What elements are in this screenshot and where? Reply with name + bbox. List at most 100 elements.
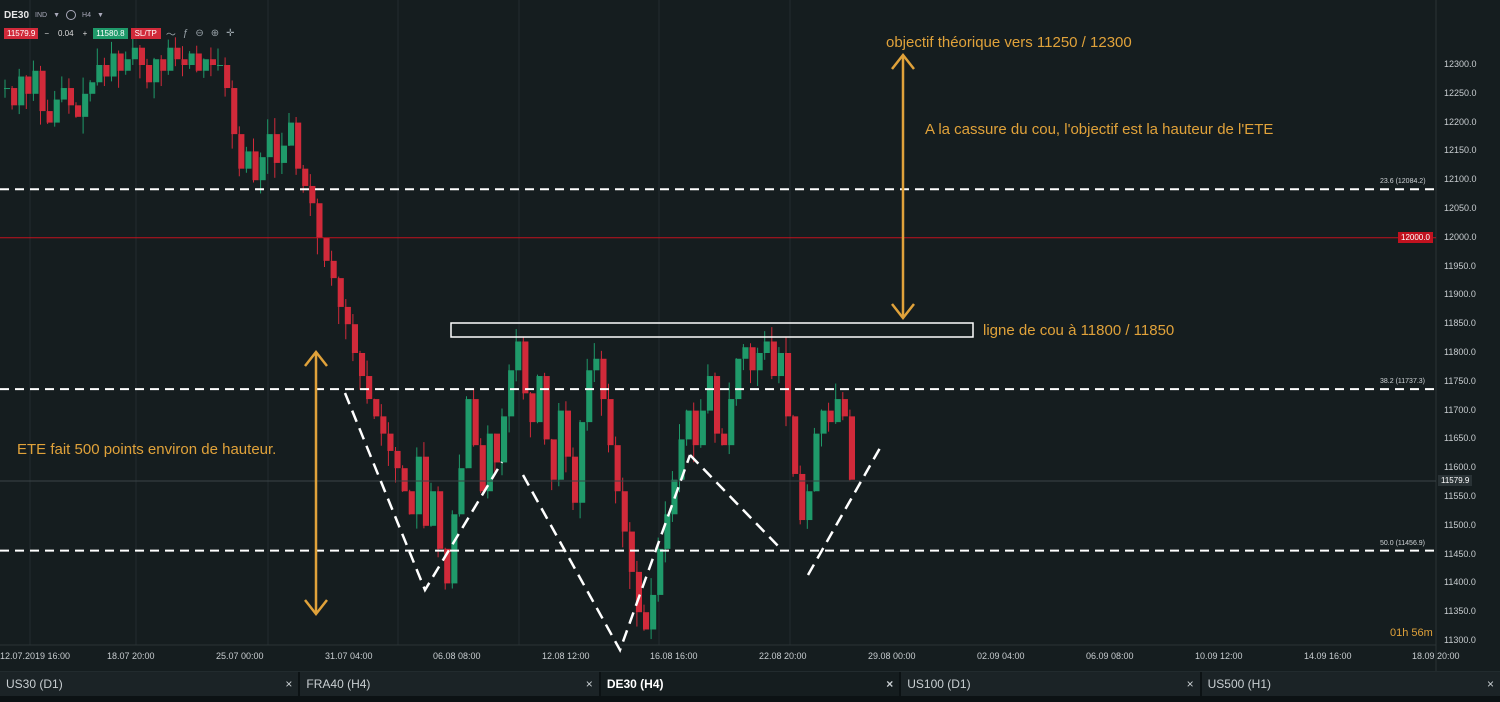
- indicator-icon[interactable]: ƒ: [181, 28, 191, 39]
- symbol-name[interactable]: DE30: [4, 10, 29, 21]
- neckline-box: [450, 322, 974, 338]
- candle-body: [309, 185, 316, 204]
- symbol-bar: DE30 IND ▼ H4 ▼: [4, 7, 104, 23]
- candle-body: [422, 456, 429, 526]
- candle-body: [231, 88, 238, 135]
- candle-body: [699, 410, 706, 446]
- candle-body: [827, 410, 834, 423]
- crosshair-icon[interactable]: ✛: [224, 28, 236, 39]
- time-tick-label: 18.07 20:00: [107, 651, 155, 661]
- quantity-input[interactable]: 0.04: [55, 29, 77, 38]
- candle-body: [316, 203, 323, 238]
- buy-button[interactable]: 11580.8: [93, 28, 128, 39]
- candle-body: [11, 88, 18, 106]
- break-annotation: A la cassure du cou, l'objectif est la h…: [925, 121, 1274, 138]
- candle-body: [181, 59, 188, 65]
- close-icon[interactable]: ×: [586, 677, 593, 691]
- candle-body: [437, 491, 444, 549]
- decrease-quantity-button[interactable]: −: [41, 29, 52, 38]
- trend-icon[interactable]: 〜: [164, 26, 178, 41]
- candle-body: [18, 76, 25, 106]
- candle-body: [351, 324, 358, 353]
- chart-area[interactable]: DE30 IND ▼ H4 ▼ 11579.9 − 0.04 + 11580.8…: [0, 0, 1500, 671]
- candle-body: [103, 65, 110, 77]
- price-tick-label: 11300.0: [1444, 635, 1476, 645]
- candle-body: [124, 59, 131, 71]
- candle-body: [160, 59, 167, 71]
- candle-body: [458, 468, 465, 515]
- candle-body: [756, 353, 763, 371]
- candle-body: [266, 134, 273, 158]
- candle-body: [202, 59, 209, 71]
- increase-quantity-button[interactable]: +: [80, 29, 91, 38]
- clock-icon: [66, 10, 77, 20]
- tab-us30[interactable]: US30 (D1) ×: [0, 672, 299, 696]
- head-line: [689, 454, 781, 549]
- candle-body: [692, 410, 699, 446]
- zoom-in-icon[interactable]: ⊕: [209, 28, 221, 39]
- sell-button[interactable]: 11579.9: [4, 28, 39, 39]
- candle-body: [238, 134, 245, 169]
- candle-body: [401, 468, 408, 492]
- price-tick-label: 12200.0: [1444, 116, 1477, 127]
- candle-body: [224, 65, 231, 89]
- price-tick-label: 11850.0: [1444, 318, 1476, 329]
- candle-body: [550, 439, 557, 480]
- time-tick-label: 12.08 12:00: [542, 651, 590, 661]
- candle-body: [508, 370, 515, 417]
- tab-de30[interactable]: DE30 (H4) ×: [600, 672, 900, 696]
- candle-body: [295, 122, 302, 169]
- price-tick-label: 11700.0: [1444, 404, 1476, 415]
- candle-body: [742, 347, 749, 359]
- candle-body: [39, 70, 46, 112]
- candle-body: [174, 47, 181, 60]
- close-icon[interactable]: ×: [285, 677, 292, 691]
- tab-label: US100 (D1): [907, 677, 971, 691]
- candle-body: [841, 399, 848, 417]
- sltp-button[interactable]: SL/TP: [130, 28, 161, 39]
- target-arrow: [891, 52, 915, 321]
- candle-body: [493, 433, 500, 463]
- timeframe-label[interactable]: H4: [82, 12, 91, 19]
- candle-body: [586, 370, 593, 423]
- candle-body: [735, 358, 742, 400]
- close-icon[interactable]: ×: [886, 677, 893, 691]
- time-tick-label: 16.08 16:00: [650, 651, 698, 661]
- price-tick-label: 11650.0: [1444, 433, 1476, 444]
- candle-body: [373, 399, 380, 417]
- tab-fra40[interactable]: FRA40 (H4) ×: [300, 672, 599, 696]
- candle-body: [834, 399, 841, 423]
- time-tick-label: 10.09 12:00: [1195, 651, 1243, 661]
- candle-body: [302, 168, 309, 186]
- current-price-tag: 11579.9: [1438, 475, 1473, 486]
- candle-body: [621, 491, 628, 532]
- close-icon[interactable]: ×: [1187, 677, 1194, 691]
- candle-body: [387, 433, 394, 451]
- tab-label: FRA40 (H4): [306, 677, 371, 691]
- zoom-out-icon[interactable]: ⊖: [193, 28, 205, 39]
- candle-body: [25, 76, 32, 94]
- price-chart[interactable]: [0, 0, 1500, 671]
- timeframe-dropdown-icon[interactable]: ▼: [97, 12, 104, 19]
- price-tick-label: 12300.0: [1444, 59, 1477, 69]
- candle-body: [82, 93, 89, 117]
- candle-body: [153, 59, 160, 83]
- candle-body: [273, 134, 280, 163]
- candle-body: [330, 260, 337, 279]
- symbol-dropdown-icon[interactable]: ▼: [53, 12, 60, 19]
- candle-body: [430, 491, 437, 526]
- tab-us100[interactable]: US100 (D1) ×: [901, 672, 1200, 696]
- price-tick-label: 11600.0: [1444, 462, 1476, 473]
- candle-body: [415, 456, 422, 515]
- tab-us500[interactable]: US500 (H1) ×: [1201, 672, 1500, 696]
- candle-body: [714, 376, 721, 434]
- close-icon[interactable]: ×: [1487, 677, 1494, 691]
- tab-label: US30 (D1): [6, 677, 63, 691]
- candle-body: [359, 353, 366, 377]
- candle-body: [217, 65, 224, 66]
- candle-body: [813, 433, 820, 492]
- red-line-price-tag: 12000.0: [1398, 232, 1433, 243]
- time-tick-label: 06.08 08:00: [433, 651, 481, 661]
- price-tick-label: 11450.0: [1444, 548, 1476, 559]
- candle-body: [259, 157, 266, 181]
